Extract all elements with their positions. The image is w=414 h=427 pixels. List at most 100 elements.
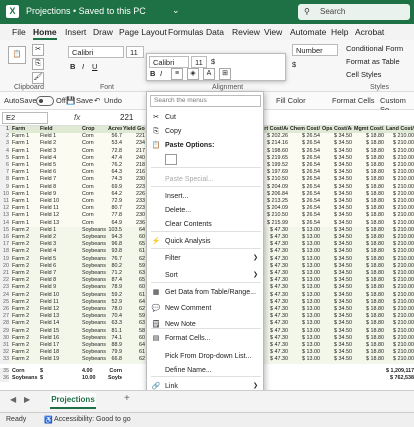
table-cell[interactable]: Soybeans bbox=[82, 270, 106, 277]
table-cell[interactable]: 236 bbox=[123, 220, 145, 227]
table-cell[interactable]: $ 13.00 bbox=[290, 320, 320, 327]
table-cell[interactable]: Soybeans bbox=[82, 248, 106, 255]
table-cell[interactable]: $ 762,538 bbox=[386, 375, 414, 382]
row-number[interactable]: 9 bbox=[0, 183, 9, 191]
row-number[interactable]: 11 bbox=[0, 198, 9, 206]
row-number[interactable]: 6 bbox=[0, 162, 9, 170]
table-cell[interactable]: $ 210.00 bbox=[386, 155, 414, 162]
table-cell[interactable]: Farm 2 bbox=[12, 299, 38, 306]
table-cell[interactable]: $ 18.80 bbox=[354, 169, 384, 176]
row-number[interactable]: 20 bbox=[0, 262, 9, 270]
table-cell[interactable]: 62 bbox=[123, 256, 145, 263]
row-number[interactable]: 17 bbox=[0, 241, 9, 249]
table-cell[interactable]: 78.9 bbox=[108, 284, 123, 291]
table-cell[interactable]: $ 210.00 bbox=[386, 162, 414, 169]
header-cell[interactable]: Farm bbox=[12, 126, 38, 133]
bold-button[interactable]: B bbox=[70, 62, 75, 71]
mini-font-color-icon[interactable]: A bbox=[203, 68, 215, 80]
mini-currency-button[interactable]: $ bbox=[211, 57, 215, 66]
table-cell[interactable]: Soybeans bbox=[82, 299, 106, 306]
table-cell[interactable]: Corn bbox=[82, 169, 106, 176]
table-cell[interactable]: $ 26.54 bbox=[290, 133, 320, 140]
fx-icon[interactable]: fx bbox=[74, 113, 80, 122]
table-cell[interactable]: $ 26.54 bbox=[290, 162, 320, 169]
table-cell[interactable]: 52.9 bbox=[108, 299, 123, 306]
table-cell[interactable]: Soybeans bbox=[82, 227, 106, 234]
table-cell[interactable]: $ 210.00 bbox=[386, 299, 414, 306]
table-cell[interactable]: $ 18.80 bbox=[354, 234, 384, 241]
table-cell[interactable]: Soybeans bbox=[82, 320, 106, 327]
tab-acrobat[interactable]: Acrobat bbox=[355, 27, 384, 37]
table-cell[interactable]: $ 26.54 bbox=[290, 191, 320, 198]
table-cell[interactable]: $ 13.00 bbox=[290, 328, 320, 335]
table-cell[interactable]: $ 34.50 bbox=[322, 349, 352, 356]
tab-insert[interactable]: Insert bbox=[65, 27, 86, 37]
table-cell[interactable]: $ 34.50 bbox=[322, 205, 352, 212]
table-cell[interactable]: 72.9 bbox=[108, 198, 123, 205]
row-number[interactable]: 22 bbox=[0, 277, 9, 285]
menu-item-insert[interactable]: Insert... bbox=[147, 190, 263, 203]
mini-fill-color-icon[interactable]: ◈ bbox=[187, 68, 199, 80]
table-cell[interactable]: $ 13.00 bbox=[290, 234, 320, 241]
row-number[interactable]: 23 bbox=[0, 284, 9, 292]
table-cell[interactable]: Field 8 bbox=[40, 184, 80, 191]
table-cell[interactable]: Soybeans bbox=[82, 234, 106, 241]
table-cell[interactable]: $ 18.80 bbox=[354, 270, 384, 277]
table-cell[interactable]: Farm 2 bbox=[12, 241, 38, 248]
table-cell[interactable]: Field 17 bbox=[40, 342, 80, 349]
table-cell[interactable]: 223 bbox=[123, 184, 145, 191]
table-cell[interactable]: Corn bbox=[108, 368, 122, 375]
sheet-next-icon[interactable]: ▶ bbox=[24, 395, 30, 404]
menu-item-define-name[interactable]: Define Name... bbox=[147, 364, 263, 377]
row-number[interactable]: 24 bbox=[0, 291, 9, 299]
table-cell[interactable]: Soybeans bbox=[82, 335, 106, 342]
cut-icon[interactable]: ✂ bbox=[32, 44, 44, 56]
add-sheet-button[interactable]: + bbox=[124, 393, 130, 404]
table-cell[interactable]: $ 13.00 bbox=[290, 306, 320, 313]
table-cell[interactable]: Field 8 bbox=[40, 277, 80, 284]
table-cell[interactable]: $ 34.50 bbox=[322, 328, 352, 335]
row-number[interactable]: 4 bbox=[0, 147, 9, 155]
table-cell[interactable]: $ 13.00 bbox=[290, 313, 320, 320]
table-cell[interactable]: Farm 2 bbox=[12, 277, 38, 284]
menu-item-filter[interactable]: Filter ❯ bbox=[147, 252, 263, 265]
table-cell[interactable]: Field 3 bbox=[40, 148, 80, 155]
row-number[interactable]: 21 bbox=[0, 270, 9, 278]
table-cell[interactable]: Field 7 bbox=[40, 270, 80, 277]
row-number[interactable]: 31 bbox=[0, 342, 9, 350]
table-cell[interactable]: 223 bbox=[123, 205, 145, 212]
menu-item-new-comment[interactable]: 💬 New Comment bbox=[147, 302, 263, 315]
table-cell[interactable]: 53.4 bbox=[108, 140, 123, 147]
table-cell[interactable]: 70.4 bbox=[108, 313, 123, 320]
table-cell[interactable]: Field 18 bbox=[40, 349, 80, 356]
tab-review[interactable]: Review bbox=[232, 27, 260, 37]
table-cell[interactable]: $ 26.54 bbox=[290, 155, 320, 162]
table-cell[interactable]: 63.3 bbox=[108, 320, 123, 327]
name-box[interactable]: E2 bbox=[2, 112, 48, 124]
table-cell[interactable]: 81.1 bbox=[108, 328, 123, 335]
table-cell[interactable]: Field 11 bbox=[40, 299, 80, 306]
header-cell[interactable]: Land Cost/Acre bbox=[386, 126, 414, 133]
table-cell[interactable]: $ 18.80 bbox=[354, 184, 384, 191]
table-cell[interactable]: $ 210.00 bbox=[386, 342, 414, 349]
search-box[interactable]: ⚲ Search bbox=[298, 4, 410, 20]
table-cell[interactable]: 76.2 bbox=[108, 162, 123, 169]
table-cell[interactable]: Field 4 bbox=[40, 155, 80, 162]
menu-item-format-cells[interactable]: ▤ Format Cells... bbox=[147, 332, 263, 345]
table-cell[interactable]: Corn bbox=[82, 148, 106, 155]
table-cell[interactable]: $ 18.80 bbox=[354, 263, 384, 270]
table-cell[interactable]: $ bbox=[40, 368, 80, 375]
tab-data[interactable]: Data bbox=[206, 27, 224, 37]
table-cell[interactable]: $ 18.80 bbox=[354, 349, 384, 356]
table-cell[interactable]: $ 34.50 bbox=[322, 270, 352, 277]
table-cell[interactable]: 233 bbox=[123, 198, 145, 205]
table-cell[interactable]: Soybeans bbox=[108, 375, 122, 382]
table-cell[interactable]: 58 bbox=[123, 328, 145, 335]
row-number[interactable]: 35 bbox=[0, 367, 9, 375]
table-cell[interactable]: $ 26.54 bbox=[290, 148, 320, 155]
paste-clipboard-icon[interactable] bbox=[165, 154, 177, 165]
menu-item-pick-dropdown[interactable]: Pick From Drop-down List... bbox=[147, 350, 263, 363]
table-cell[interactable]: $ 18.80 bbox=[354, 162, 384, 169]
table-cell[interactable]: $ 18.80 bbox=[354, 148, 384, 155]
table-cell[interactable]: $ 18.80 bbox=[354, 277, 384, 284]
